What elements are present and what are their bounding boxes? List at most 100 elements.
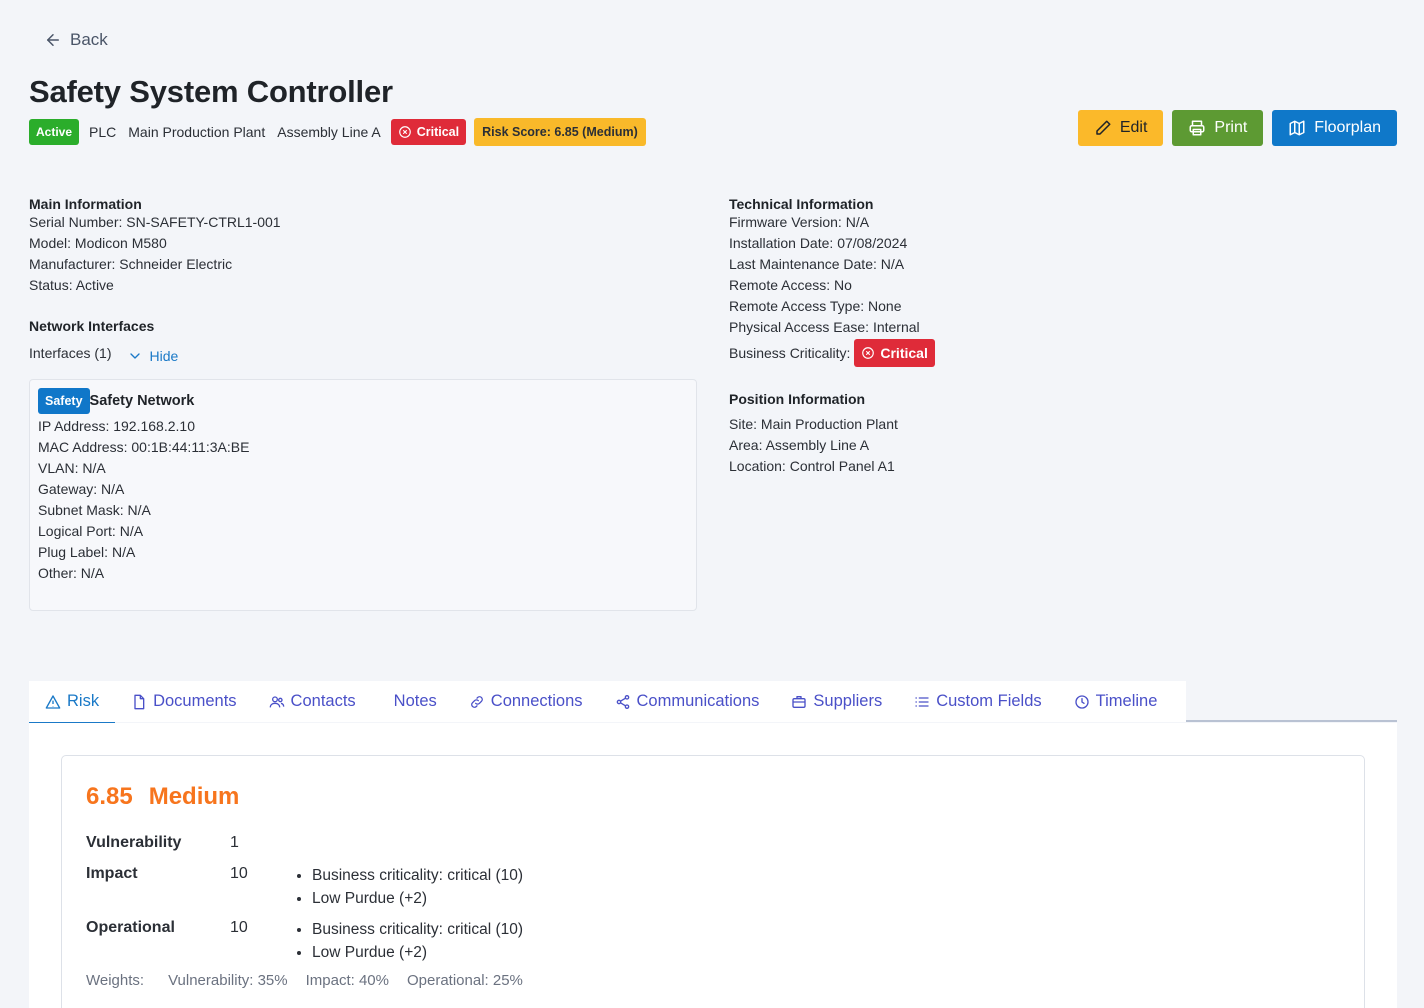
right-column: Technical Information Firmware Version: … (729, 196, 1389, 477)
network-interfaces-title: Network Interfaces (29, 318, 155, 334)
kv-value: SN-SAFETY-CTRL1-001 (126, 214, 281, 230)
kv-label: Firmware Version: (729, 214, 842, 230)
firmware-version: Firmware Version: N/A (729, 212, 1389, 233)
interface-tag: Safety (38, 388, 90, 414)
document-icon (134, 694, 145, 709)
kv-value: Assembly Line A (765, 437, 870, 453)
main-information: Main Information Serial Number: SN-SAFET… (29, 196, 697, 296)
kv-value: N/A (127, 502, 151, 518)
kv-label: Site: (729, 416, 758, 432)
list-item: Low Purdue (+2) (312, 888, 523, 911)
tab-notes[interactable]: Notes (372, 681, 453, 722)
list-item: Business criticality: critical (10) (312, 919, 523, 942)
printer-icon (1189, 120, 1205, 136)
vulnerability-label: Vulnerability (86, 834, 182, 851)
ip-address: IP Address: 192.168.2.10 (38, 416, 688, 437)
criticality-field-badge: Critical (854, 339, 935, 367)
remote-access-type: Remote Access Type: None (729, 296, 1389, 317)
tab-label: Custom Fields (936, 692, 1042, 710)
interface-header: Safety Safety Network (38, 388, 688, 414)
criticality-field-label: Business Criticality: (729, 344, 851, 361)
risk-level: Medium (148, 783, 240, 810)
warning-icon (45, 694, 61, 709)
back-link[interactable]: Back (44, 30, 108, 50)
kv-label: Location: (729, 458, 786, 474)
main-info-title: Main Information (29, 196, 142, 212)
kv-value: Main Production Plant (760, 416, 898, 432)
business-criticality: Business Criticality: Critical (729, 339, 1389, 367)
kv-label: Status: (29, 277, 73, 293)
tab-timeline[interactable]: Timeline (1058, 681, 1174, 722)
tab-bar: Risk Documents Contacts Notes Connection… (29, 681, 1397, 724)
meta-row: Active PLC Main Production Plant Assembl… (29, 118, 646, 146)
x-circle-icon (398, 126, 411, 138)
plug-label: Plug Label: N/A (38, 542, 688, 563)
kv-label: MAC Address: (38, 439, 128, 455)
tab-suppliers[interactable]: Suppliers (775, 681, 898, 722)
kv-value: Internal (872, 319, 920, 335)
list-item: Business criticality: critical (10) (312, 865, 523, 888)
tab-label: Communications (636, 692, 760, 710)
action-buttons: Edit Print Floorplan (1077, 110, 1397, 146)
clock-icon (1074, 694, 1089, 709)
floorplan-button[interactable]: Floorplan (1272, 110, 1397, 146)
kv-value: Modicon M580 (74, 235, 167, 251)
kv-label: Subnet Mask: (38, 502, 124, 518)
weight-operational: Operational: 25% (406, 972, 523, 989)
hide-interfaces-button[interactable]: Hide (127, 348, 178, 364)
list-icon (915, 696, 929, 707)
operational-factors: Business criticality: critical (10) Low … (286, 919, 523, 964)
tab-strip: Risk Documents Contacts Notes Connection… (29, 681, 1186, 724)
impact-factors: Business criticality: critical (10) Low … (286, 865, 523, 910)
x-circle-icon (862, 347, 875, 359)
kv-value: N/A (101, 481, 125, 497)
tab-label: Documents (153, 692, 237, 710)
position-info-title: Position Information (729, 391, 866, 407)
tab-label: Connections (490, 692, 583, 710)
interface-name: Safety Network (89, 393, 195, 409)
tab-custom-fields[interactable]: Custom Fields (898, 681, 1057, 722)
vulnerability-row: Vulnerability 1 (86, 834, 286, 852)
edit-button[interactable]: Edit (1077, 110, 1164, 146)
pencil-icon (1096, 120, 1111, 135)
kv-label: Manufacturer: (29, 256, 116, 272)
print-label: Print (1214, 119, 1248, 136)
tab-label: Suppliers (813, 692, 883, 710)
tab-documents[interactable]: Documents (115, 681, 252, 722)
kv-value: N/A (111, 544, 136, 560)
print-button[interactable]: Print (1172, 110, 1264, 146)
back-label: Back (70, 30, 108, 49)
kv-label: VLAN: (38, 460, 79, 476)
kv-label: Remote Access: (729, 277, 831, 293)
kv-label: Model: (29, 235, 72, 251)
kv-value: Control Panel A1 (789, 458, 895, 474)
criticality-badge: Critical (390, 119, 467, 145)
device-type: PLC (89, 124, 117, 140)
kv-value: N/A (119, 523, 144, 539)
tab-label: Risk (67, 692, 100, 710)
tab-label: Contacts (290, 692, 356, 710)
logical-port: Logical Port: N/A (38, 521, 688, 542)
map-icon (1289, 120, 1305, 136)
subnet-mask: Subnet Mask: N/A (38, 500, 688, 521)
status-badge: Active (29, 119, 80, 145)
kv-label: Area: (729, 437, 763, 453)
kv-value: 07/08/2024 (837, 235, 908, 251)
weights-label: Weights: (86, 972, 145, 989)
tab-connections[interactable]: Connections (453, 681, 599, 722)
kv-value: N/A (880, 256, 905, 272)
area-name: Assembly Line A (277, 124, 381, 140)
installation-date: Installation Date: 07/08/2024 (729, 233, 1389, 254)
position-area: Area: Assembly Line A (729, 435, 1389, 456)
weight-vulnerability: Vulnerability: 35% (168, 972, 288, 989)
users-icon (269, 695, 284, 707)
tab-contacts[interactable]: Contacts (253, 681, 372, 722)
link-icon (470, 695, 483, 708)
kv-label: Gateway: (38, 481, 98, 497)
tab-risk[interactable]: Risk (29, 681, 116, 724)
tab-communications[interactable]: Communications (599, 681, 776, 722)
share-icon (616, 694, 629, 709)
last-maintenance-date: Last Maintenance Date: N/A (729, 254, 1389, 275)
risk-score: 6.85 (86, 783, 133, 810)
vulnerability-value: 1 (230, 834, 239, 851)
